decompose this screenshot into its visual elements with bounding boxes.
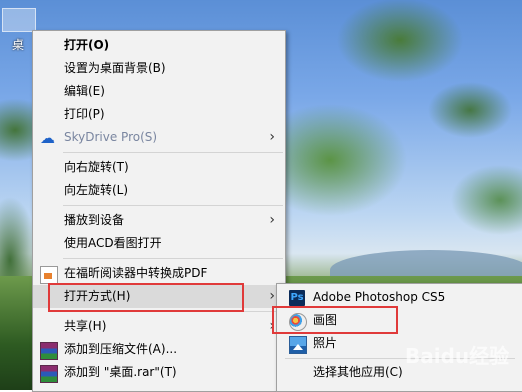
menu-item-label: 打印(P) <box>64 107 105 121</box>
menu-item-label: 共享(H) <box>64 319 107 333</box>
menu-item-label: 设置为桌面背景(B) <box>64 61 166 75</box>
submenu-item-label: 照片 <box>313 336 338 350</box>
menu-item-skydrive-pro[interactable]: ☁ SkyDrive Pro(S) › <box>33 126 285 149</box>
rar-icon <box>40 365 58 383</box>
menu-item-label: 在福昕阅读器中转换成PDF <box>64 266 208 280</box>
photoshop-icon: Ps <box>289 290 305 306</box>
menu-item-convert-to-pdf[interactable]: 在福昕阅读器中转换成PDF <box>33 262 285 285</box>
chevron-right-icon: › <box>269 129 275 145</box>
menu-item-add-to-archive[interactable]: 添加到压缩文件(A)... <box>33 338 285 361</box>
menu-item-open-with[interactable]: 打开方式(H) › <box>33 285 285 308</box>
menu-item-edit[interactable]: 编辑(E) <box>33 80 285 103</box>
menu-separator <box>63 258 283 259</box>
cloud-icon: ☁ <box>40 129 55 147</box>
menu-item-label: 向左旋转(L) <box>64 183 129 197</box>
menu-item-label: 添加到 "桌面.rar"(T) <box>64 365 177 379</box>
pdf-icon <box>40 266 58 284</box>
desktop-file-icon[interactable] <box>2 8 36 32</box>
menu-item-set-as-background[interactable]: 设置为桌面背景(B) <box>33 57 285 80</box>
menu-item-label: 编辑(E) <box>64 84 105 98</box>
submenu-item-label: Adobe Photoshop CS5 <box>313 290 446 304</box>
submenu-item-label: 画图 <box>313 313 338 327</box>
menu-item-add-to-rar[interactable]: 添加到 "桌面.rar"(T) <box>33 361 285 384</box>
menu-item-rotate-left[interactable]: 向左旋转(L) <box>33 179 285 202</box>
submenu-item-label: 选择其他应用(C) <box>313 365 403 379</box>
chevron-right-icon: › <box>269 288 275 304</box>
submenu-item-photoshop[interactable]: Ps Adobe Photoshop CS5 <box>277 286 522 309</box>
menu-item-label: 播放到设备 <box>64 213 125 227</box>
photos-icon <box>289 336 307 354</box>
watermark: Baidu经验 <box>405 344 510 368</box>
context-menu: 打开(O) 设置为桌面背景(B) 编辑(E) 打印(P) ☁ SkyDrive … <box>32 30 286 392</box>
menu-item-rotate-right[interactable]: 向右旋转(T) <box>33 156 285 179</box>
paint-icon <box>289 313 307 331</box>
menu-item-label: 打开方式(H) <box>64 289 131 303</box>
open-with-submenu: Ps Adobe Photoshop CS5 画图 照片 选择其他应用(C) <box>276 283 522 392</box>
menu-item-label: 使用ACD看图打开 <box>64 236 162 250</box>
menu-item-label: 向右旋转(T) <box>64 160 129 174</box>
submenu-item-paint[interactable]: 画图 <box>277 309 522 332</box>
chevron-right-icon: › <box>269 318 275 334</box>
menu-item-cast-to-device[interactable]: 播放到设备 › <box>33 209 285 232</box>
menu-item-label: SkyDrive Pro(S) <box>64 130 158 144</box>
menu-item-open-with-acdsee[interactable]: 使用ACD看图打开 <box>33 232 285 255</box>
menu-item-label: 打开(O) <box>64 38 110 52</box>
menu-item-share[interactable]: 共享(H) › <box>33 315 285 338</box>
chevron-right-icon: › <box>269 212 275 228</box>
menu-separator <box>63 311 283 312</box>
menu-item-label: 添加到压缩文件(A)... <box>64 342 178 356</box>
rar-icon <box>40 342 58 360</box>
menu-separator <box>63 152 283 153</box>
menu-item-open[interactable]: 打开(O) <box>33 34 285 57</box>
menu-item-print[interactable]: 打印(P) <box>33 103 285 126</box>
desktop-icon-label[interactable]: 桌 <box>12 36 24 53</box>
menu-separator <box>63 205 283 206</box>
